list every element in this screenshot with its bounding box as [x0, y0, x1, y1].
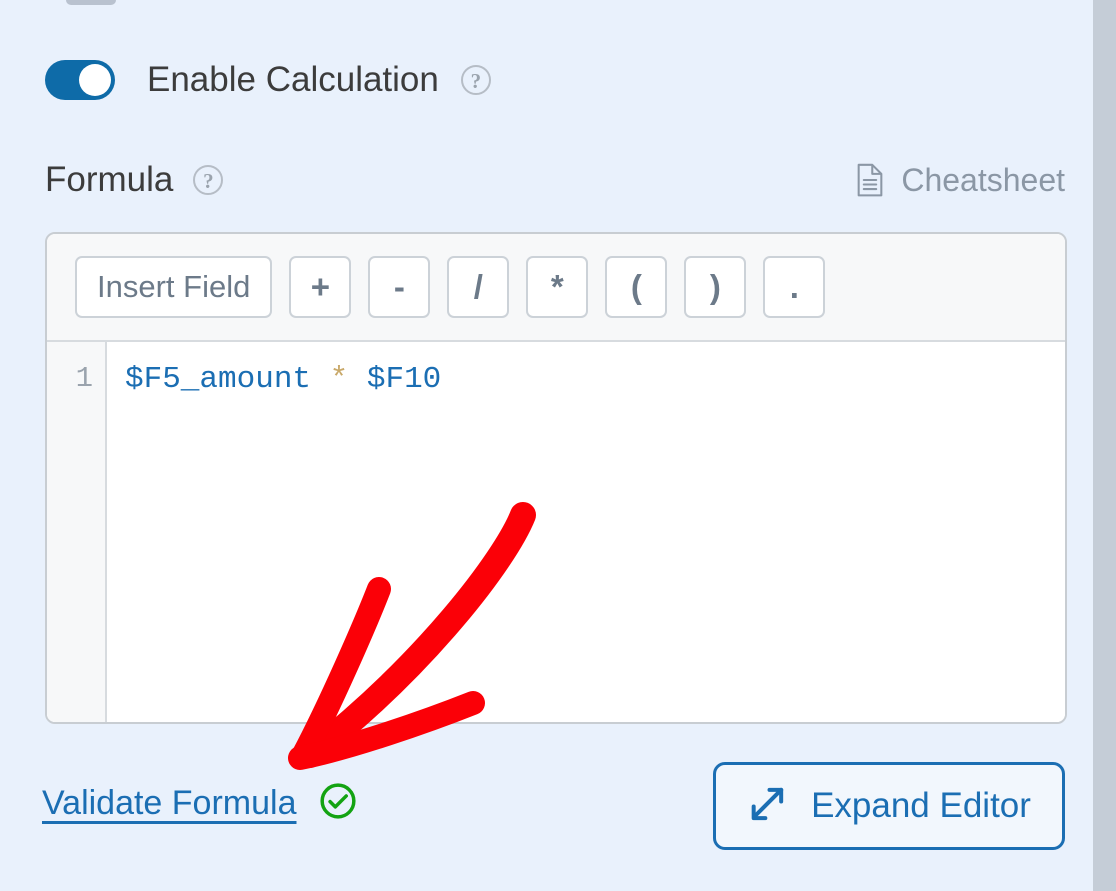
- code-area[interactable]: 1 $F5_amount * $F10: [47, 342, 1065, 722]
- line-number-gutter: 1: [47, 342, 107, 722]
- enable-calculation-row: Enable Calculation ?: [45, 56, 491, 104]
- expand-diagonal-arrows-icon: [747, 784, 787, 829]
- toolbar-button-dot[interactable]: .: [763, 256, 826, 318]
- enable-calculation-label: Enable Calculation: [147, 60, 439, 99]
- formula-toolbar: Insert Field + - / * ().: [47, 234, 1065, 342]
- formula-settings-panel: Enable Calculation ? Formula ? Cheatshee…: [0, 0, 1093, 891]
- toggle-knob: [79, 64, 111, 96]
- toolbar-button-close-paren[interactable]: ): [684, 256, 747, 318]
- formula-variable-token: $F10: [366, 362, 442, 397]
- expand-editor-button[interactable]: Expand Editor: [713, 762, 1065, 850]
- check-circle-icon: [319, 782, 357, 825]
- cheatsheet-link[interactable]: Cheatsheet: [856, 162, 1065, 199]
- truncated-control-above: [66, 0, 116, 5]
- formula-space: [348, 362, 367, 397]
- formula-editor: Insert Field + - / * (). 1 $F5_amount * $F10: [45, 232, 1067, 724]
- enable-calculation-toggle[interactable]: [45, 60, 115, 100]
- validate-formula-label: Validate Formula: [42, 784, 297, 822]
- formula-space: [311, 362, 330, 397]
- toolbar-button-minus[interactable]: -: [368, 256, 431, 318]
- formula-header-row: Formula ? Cheatsheet: [45, 160, 1065, 200]
- toolbar-button-multiply[interactable]: *: [526, 256, 589, 318]
- formula-operator-token: *: [329, 362, 349, 397]
- expand-editor-label: Expand Editor: [811, 786, 1031, 825]
- toolbar-button-insert-field[interactable]: Insert Field: [75, 256, 273, 318]
- formula-variable-token: $F5_amount: [125, 362, 312, 397]
- question-circle-icon[interactable]: ?: [193, 165, 224, 195]
- toolbar-button-divide[interactable]: /: [447, 256, 510, 318]
- cheatsheet-label: Cheatsheet: [901, 161, 1065, 198]
- validate-formula-link[interactable]: Validate Formula: [42, 782, 357, 825]
- toolbar-button-open-paren[interactable]: (: [605, 256, 668, 318]
- document-lines-icon: [856, 163, 884, 197]
- formula-label: Formula: [45, 160, 174, 199]
- outside-panel-background: [1093, 0, 1116, 891]
- formula-code-input[interactable]: $F5_amount * $F10: [107, 342, 441, 722]
- line-number: 1: [75, 362, 93, 395]
- toolbar-button-plus[interactable]: +: [289, 256, 352, 318]
- question-circle-icon[interactable]: ?: [460, 65, 491, 95]
